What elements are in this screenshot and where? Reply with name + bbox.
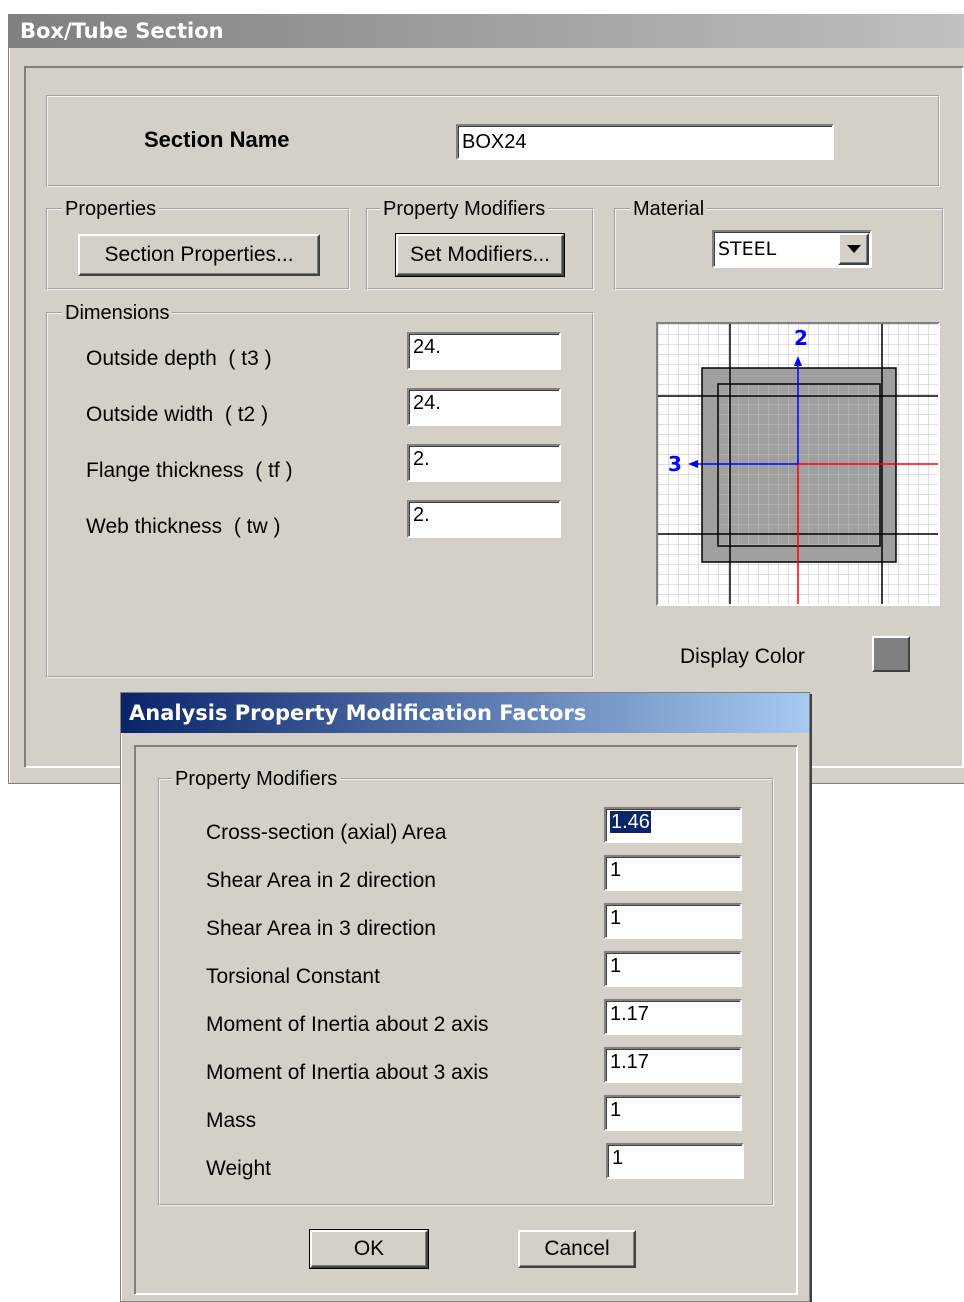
material-value: STEEL [718, 238, 777, 260]
material-dropdown-button[interactable] [838, 233, 869, 265]
shear-area-2-input[interactable]: 1 [604, 855, 742, 891]
property-modifiers-legend: Property Modifiers [380, 198, 549, 220]
shear-area-2-label: Shear Area in 2 direction [206, 869, 436, 892]
display-color-label: Display Color [680, 645, 805, 668]
axial-area-input[interactable]: 1.46 [604, 807, 742, 843]
inertia-2-input[interactable]: 1.17 [604, 999, 742, 1035]
section-properties-button[interactable]: Section Properties... [78, 234, 320, 276]
inertia-2-label: Moment of Inertia about 2 axis [206, 1013, 489, 1036]
inertia-3-label: Moment of Inertia about 3 axis [206, 1061, 489, 1084]
display-color-swatch[interactable] [872, 636, 910, 672]
modifiers-legend: Property Modifiers [172, 768, 341, 790]
web-thickness-input[interactable]: 2. [407, 500, 561, 538]
modal-title-bar: Analysis Property Modification Factors [121, 693, 809, 733]
flange-thickness-input[interactable]: 2. [407, 444, 561, 482]
section-name-input[interactable]: BOX24 [456, 124, 834, 160]
section-preview: 2 3 [656, 322, 940, 606]
axial-area-value: 1.46 [610, 811, 651, 833]
flange-thickness-label: Flange thickness ( tf ) [86, 459, 293, 482]
outside-width-input[interactable]: 24. [407, 388, 561, 426]
web-thickness-label: Web thickness ( tw ) [86, 515, 281, 538]
dialog-title-bar: Box/Tube Section [8, 14, 964, 48]
weight-input[interactable]: 1 [606, 1143, 744, 1179]
axial-area-label: Cross-section (axial) Area [206, 821, 447, 844]
shear-area-3-input[interactable]: 1 [604, 903, 742, 939]
axis-2-label: 2 [794, 326, 808, 350]
chevron-down-icon [846, 244, 861, 253]
cancel-button[interactable]: Cancel [518, 1230, 636, 1268]
properties-legend: Properties [62, 198, 160, 220]
section-preview-drawing [658, 324, 938, 604]
inertia-3-input[interactable]: 1.17 [604, 1047, 742, 1083]
outside-depth-input[interactable]: 24. [407, 332, 561, 370]
torsional-constant-input[interactable]: 1 [604, 951, 742, 987]
torsional-constant-label: Torsional Constant [206, 965, 380, 988]
mass-input[interactable]: 1 [604, 1095, 742, 1131]
section-name-label: Section Name [144, 127, 290, 152]
shear-area-3-label: Shear Area in 3 direction [206, 917, 436, 940]
set-modifiers-button[interactable]: Set Modifiers... [395, 233, 565, 277]
axis-3-label: 3 [668, 452, 682, 476]
dimensions-legend: Dimensions [62, 302, 173, 324]
material-legend: Material [630, 198, 708, 220]
mass-label: Mass [206, 1109, 257, 1132]
ok-button[interactable]: OK [309, 1229, 429, 1269]
outside-depth-label: Outside depth ( t3 ) [86, 347, 272, 370]
weight-label: Weight [206, 1157, 271, 1180]
outside-width-label: Outside width ( t2 ) [86, 403, 269, 426]
